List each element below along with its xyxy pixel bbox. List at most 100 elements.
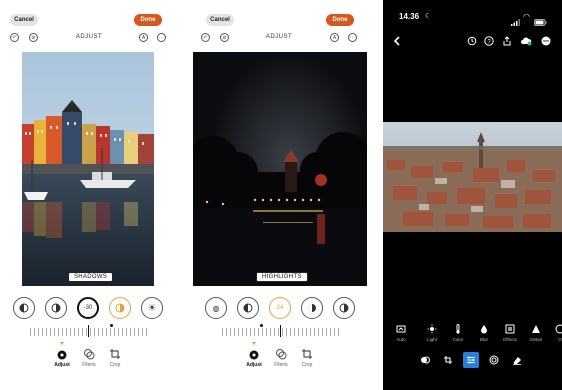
adjust-label-chip: SHADOWS	[68, 272, 114, 282]
photo-canvas	[22, 52, 154, 286]
thermometer-icon	[456, 324, 460, 334]
more-icon[interactable]: ⋯	[157, 33, 166, 42]
active-tab-marker	[252, 342, 256, 345]
highlights-tool[interactable]	[109, 297, 131, 319]
shadows-tool[interactable]	[333, 297, 355, 319]
photo-canvas	[193, 52, 367, 286]
tab-filters[interactable]: Filters	[269, 348, 293, 368]
tab-filters[interactable]: Filters	[77, 348, 101, 368]
crop-icon	[302, 349, 312, 359]
photo-canvas	[383, 122, 562, 232]
photo-night-park	[193, 52, 367, 286]
active-tab-marker	[60, 342, 64, 345]
shadows-tool[interactable]: -30	[77, 297, 99, 319]
effects-icon	[505, 324, 515, 334]
wifi-icon: ◠	[523, 12, 530, 21]
moon-icon: ☾	[425, 13, 432, 20]
help-icon[interactable]: ?	[484, 33, 494, 46]
filters-icon	[276, 349, 287, 360]
page-title: ADJUST	[265, 34, 293, 40]
highlights-icon	[115, 303, 125, 313]
done-button[interactable]: Done	[134, 14, 162, 26]
optics-icon	[555, 324, 562, 334]
tool-auto[interactable]: Auto	[390, 324, 412, 342]
tab-crop[interactable]: Crop	[103, 348, 127, 368]
tool-light[interactable]: Light	[421, 324, 443, 342]
tab-label: Filters	[274, 362, 288, 368]
undo-icon[interactable]: ↶	[10, 33, 19, 42]
battery-icon	[534, 13, 547, 31]
exposure-tool[interactable]	[237, 297, 259, 319]
tab-adjust[interactable]: Adjust	[242, 348, 266, 368]
highlights-tool[interactable]: 24	[269, 297, 291, 319]
cancel-button[interactable]: Cancel	[10, 14, 38, 26]
adjust-slider[interactable]	[30, 328, 150, 336]
brilliance-tool[interactable]: ◍	[205, 297, 227, 319]
contrast-tool[interactable]	[45, 297, 67, 319]
tool-optics[interactable]: O	[549, 324, 562, 342]
drop-icon	[481, 325, 487, 334]
cancel-button[interactable]: Cancel	[206, 14, 234, 26]
tool-label: Auto	[396, 337, 406, 342]
slider-needle[interactable]	[280, 325, 281, 337]
share-icon[interactable]	[502, 33, 512, 46]
presets-button[interactable]	[417, 352, 433, 368]
slider-needle[interactable]	[88, 325, 89, 337]
middle-screen: Cancel Done ↶ ⊘ ADJUST A ⋯ HIGHLIGHTS ◍ …	[190, 0, 370, 390]
photo-aerial-town	[383, 122, 562, 232]
compare-icon[interactable]: ⊘	[220, 33, 229, 42]
heal-button[interactable]	[509, 352, 525, 368]
tool-label: Color	[452, 337, 464, 342]
brightness-tool[interactable]: ☀	[141, 297, 163, 319]
compare-icon[interactable]: ⊘	[29, 33, 38, 42]
more-icon[interactable]	[541, 33, 551, 46]
contrast-tool[interactable]	[301, 297, 323, 319]
photo-nyhavn	[22, 52, 154, 286]
triangle-icon	[532, 325, 540, 333]
brilliance-icon: ◍	[212, 303, 220, 313]
status-time: 14.36	[399, 12, 420, 21]
history-icon[interactable]	[467, 33, 477, 46]
tab-crop[interactable]: Crop	[295, 348, 319, 368]
masking-icon	[489, 355, 499, 365]
tab-label: Adjust	[54, 362, 70, 368]
tool-indicator-dot	[260, 324, 263, 327]
tab-adjust[interactable]: Adjust	[50, 348, 74, 368]
crop-icon	[444, 356, 452, 364]
right-screen: 14.36 ☾ ◠ ? Auto Light Color Blur Effect…	[383, 0, 562, 390]
auto-enhance-icon[interactable]: A	[330, 33, 339, 42]
tool-label: O	[558, 337, 562, 342]
edit-sliders-button[interactable]	[463, 352, 479, 368]
adjust-dial-icon	[57, 350, 67, 360]
tool-blur[interactable]: Blur	[473, 324, 495, 342]
eraser-icon	[513, 357, 521, 365]
tool-label: Detail	[530, 337, 542, 342]
presets-icon	[421, 356, 430, 364]
crop-button[interactable]	[440, 352, 456, 368]
sliders-icon	[467, 356, 475, 364]
contrast-icon	[51, 303, 61, 313]
left-screen: Cancel Done ↶ ⊘ ADJUST A ⋯ SHADOWS -30 ☀…	[0, 0, 180, 390]
tool-effects[interactable]: Effects	[499, 324, 521, 342]
back-chevron-icon[interactable]	[392, 33, 402, 46]
tool-detail[interactable]: Detail	[525, 324, 547, 342]
tool-indicator-dot	[110, 324, 113, 327]
exposure-icon	[243, 303, 253, 313]
adjust-slider[interactable]	[222, 328, 342, 336]
page-title: ADJUST	[75, 34, 103, 40]
tab-label: Crop	[301, 362, 313, 368]
sun-icon: ☀	[147, 302, 157, 314]
done-button[interactable]: Done	[326, 14, 354, 26]
cloud-sync-icon[interactable]	[520, 33, 532, 46]
more-icon[interactable]: ⋯	[348, 33, 357, 42]
tool-color[interactable]: Color	[447, 324, 469, 342]
signal-icon	[511, 13, 520, 31]
auto-enhance-icon[interactable]: A	[139, 33, 148, 42]
adjust-dial-icon	[249, 350, 259, 360]
adjust-label-chip: HIGHLIGHTS	[256, 272, 308, 282]
undo-icon[interactable]: ↶	[201, 33, 210, 42]
exposure-tool[interactable]	[13, 297, 35, 319]
masking-button[interactable]	[486, 352, 502, 368]
tool-label: Blur	[479, 337, 488, 342]
tab-label: Crop	[109, 362, 121, 368]
